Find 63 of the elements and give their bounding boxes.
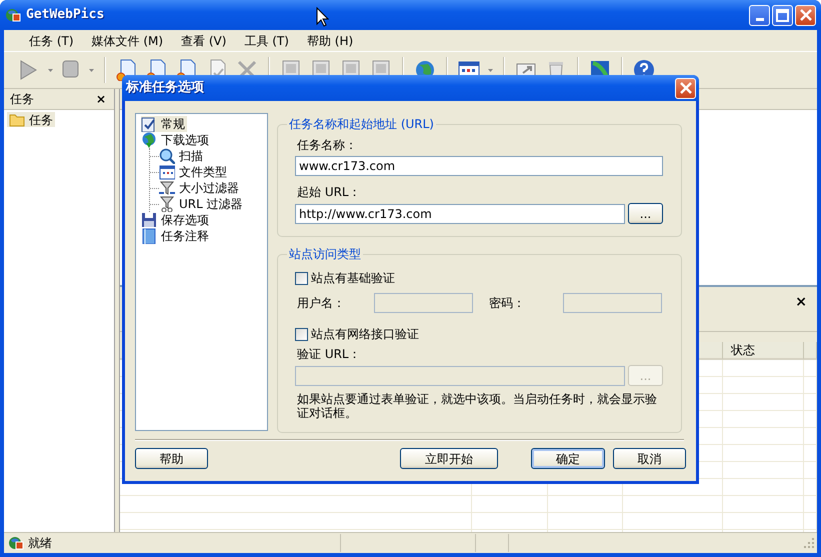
tree-item[interactable]: 大小过滤器 (159, 180, 241, 196)
browse-button[interactable]: ... (628, 203, 663, 224)
input-field[interactable]: www.cr173.com (295, 156, 663, 176)
column-header[interactable]: 状态 (723, 342, 804, 360)
minimize-icon (756, 18, 764, 20)
window-title: GetWebPics (26, 8, 104, 22)
group-title: 任务名称和起始地址 (URL) (288, 117, 435, 131)
tree-item[interactable]: 常规 (141, 116, 187, 132)
checkbox-label[interactable]: 站点有基础验证 (311, 271, 395, 285)
dialog-button[interactable]: 立即开始 (400, 448, 498, 469)
menu-item[interactable]: 查看 (V) (172, 34, 236, 48)
tree-item[interactable]: 下载选项 (141, 132, 211, 148)
tree-item[interactable]: 保存选项 (141, 212, 211, 228)
cursor-icon (316, 7, 329, 27)
app-icon (5, 7, 21, 23)
checkbox[interactable] (295, 272, 308, 284)
close-icon (680, 82, 692, 94)
tree-item[interactable]: 扫描 (159, 148, 205, 164)
dialog-button[interactable]: 确定 (531, 448, 605, 469)
field-label: 密码： (489, 296, 526, 310)
dialog-button[interactable]: 帮助 (135, 448, 208, 469)
tree-item[interactable]: 任务注释 (141, 228, 211, 244)
field-label: 起始 URL： (297, 185, 361, 199)
notebook-icon (141, 228, 157, 244)
group-title: 站点访问类型 (288, 247, 362, 261)
folder-icon (9, 112, 25, 127)
funnel-icon (159, 196, 175, 212)
globe-icon (141, 132, 157, 148)
magnifier-icon (159, 148, 175, 164)
panel-title: 任务 (10, 92, 34, 106)
checkbox[interactable] (295, 328, 308, 340)
status-text: 就绪 (28, 536, 53, 550)
close-button[interactable] (675, 78, 696, 98)
dropdown-icon[interactable] (48, 68, 53, 72)
close-button[interactable] (795, 4, 816, 26)
dialog-title: 标准任务选项 (126, 81, 204, 95)
tree-item[interactable]: 任务 (7, 112, 55, 127)
menu-item[interactable]: 帮助 (H) (298, 34, 362, 48)
app-icon (8, 535, 24, 551)
input-field[interactable]: http://www.cr173.com (295, 204, 625, 224)
menu-item[interactable]: 工具 (T) (235, 34, 298, 48)
tree-item[interactable]: 文件类型 (159, 164, 229, 180)
close-button[interactable]: × (793, 295, 809, 309)
close-icon (800, 9, 812, 21)
funnel-icon (159, 180, 175, 196)
checkbox-label[interactable]: 站点有网络接口验证 (311, 327, 419, 341)
close-button[interactable]: × (94, 92, 108, 106)
dropdown-icon[interactable] (488, 68, 493, 72)
grid-icon (159, 164, 175, 180)
checklist-icon (141, 116, 157, 132)
tree-item[interactable]: URL 过滤器 (159, 196, 245, 212)
menu-item[interactable]: 任务 (T) (20, 34, 83, 48)
dropdown-icon[interactable] (89, 68, 94, 72)
field-label: 用户名： (297, 296, 346, 310)
maximize-button[interactable] (772, 4, 793, 26)
maximize-icon (776, 8, 789, 22)
dialog-button[interactable]: 取消 (613, 448, 686, 469)
help-text: 如果站点要通过表单验证，就选中该项。当启动任务时，就会显示验证对话框。 (297, 392, 658, 420)
menu-item[interactable]: 媒体文件 (M) (82, 34, 172, 48)
minimize-button[interactable] (749, 4, 770, 26)
resize-grip-icon[interactable] (803, 537, 815, 549)
field-label: 任务名称： (297, 138, 357, 152)
field-label: 验证 URL： (297, 347, 361, 361)
